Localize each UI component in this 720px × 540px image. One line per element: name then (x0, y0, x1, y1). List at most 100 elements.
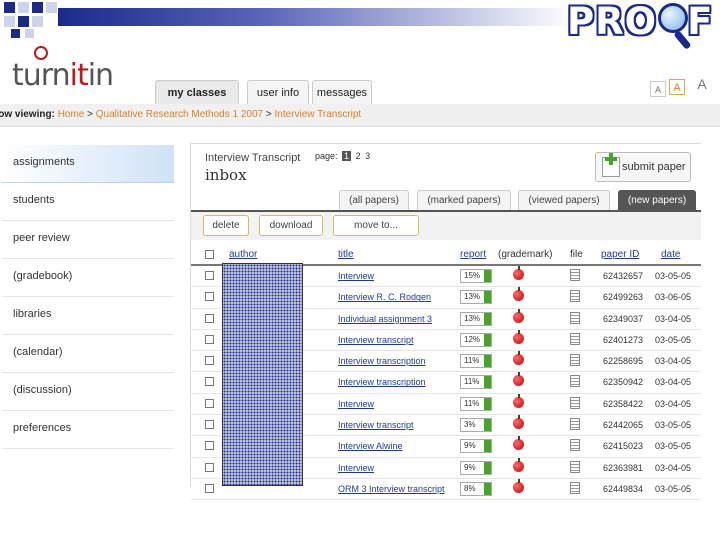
font-size-small-button[interactable]: A (650, 81, 666, 97)
paper-title-link[interactable]: Interview transcript (338, 420, 414, 430)
tab-new-papers[interactable]: (new papers) (618, 190, 696, 210)
file-document-icon[interactable] (570, 439, 580, 452)
sort-title[interactable]: title (338, 249, 354, 260)
sidebar-item-libraries[interactable]: libraries (2, 297, 174, 335)
grademark-apple-icon[interactable] (513, 287, 524, 302)
paper-title-link[interactable]: Interview R. C. Rodgen (338, 292, 431, 302)
row-checkbox[interactable] (205, 462, 214, 472)
grademark-apple-icon[interactable] (513, 372, 524, 387)
row-checkbox[interactable] (205, 313, 214, 323)
file-document-icon[interactable] (570, 311, 580, 324)
delete-button[interactable]: delete (203, 215, 249, 236)
paper-date: 03-05-05 (655, 441, 692, 452)
select-all-checkbox[interactable] (205, 250, 214, 259)
originality-report[interactable]: 13% (460, 290, 492, 305)
tab-my-classes[interactable]: my classes (155, 80, 239, 104)
tab-marked-papers[interactable]: (marked papers) (417, 190, 511, 210)
file-document-icon[interactable] (570, 354, 580, 367)
paper-title-link[interactable]: Interview transcription (338, 356, 426, 366)
originality-report[interactable]: 12% (460, 332, 492, 347)
paper-title-link[interactable]: Interview Alwine (338, 441, 403, 451)
grademark-apple-icon[interactable] (513, 308, 524, 323)
move-to-button[interactable]: move to... (333, 215, 419, 236)
download-button[interactable]: download (259, 215, 323, 236)
paper-title-link[interactable]: Interview (338, 271, 374, 281)
row-checkbox[interactable] (205, 377, 214, 387)
paper-title-link[interactable]: Interview (338, 399, 374, 409)
tab-messages[interactable]: messages (312, 80, 372, 104)
page-1-link[interactable]: 1 (342, 151, 352, 161)
tab-user-info[interactable]: user info (247, 80, 309, 104)
grademark-apple-icon[interactable] (513, 351, 524, 366)
paper-title-link[interactable]: Interview transcript (338, 335, 414, 345)
tab-viewed-papers[interactable]: (viewed papers) (518, 190, 610, 210)
paper-date: 03-05-05 (655, 483, 692, 494)
row-checkbox[interactable] (205, 441, 214, 451)
grademark-header: (grademark) (498, 249, 553, 260)
row-checkbox[interactable] (205, 292, 214, 302)
grademark-apple-icon[interactable] (513, 393, 524, 408)
file-document-icon[interactable] (570, 460, 580, 473)
paper-title-link[interactable]: ORM 3 Interview transcript (338, 484, 445, 494)
originality-report[interactable]: 15% (460, 269, 492, 283)
originality-report[interactable]: 9% (460, 460, 492, 475)
file-document-icon[interactable] (570, 332, 580, 345)
sidebar-item-discussion[interactable]: (discussion) (2, 373, 174, 411)
originality-report[interactable]: 3% (460, 418, 492, 433)
originality-report[interactable]: 11% (460, 396, 492, 411)
sidebar-item-preferences[interactable]: preferences (2, 411, 174, 449)
originality-report[interactable]: 8% (460, 481, 492, 496)
row-checkbox[interactable] (205, 398, 214, 408)
paper-id: 62449834 (603, 483, 644, 494)
sort-paper-id[interactable]: paper ID (601, 249, 639, 260)
page-3-link[interactable]: 3 (365, 151, 370, 161)
sort-report[interactable]: report (460, 249, 486, 260)
grademark-apple-icon[interactable] (513, 457, 524, 472)
font-size-large-button[interactable]: A (694, 76, 710, 92)
file-document-icon[interactable] (570, 269, 580, 281)
grademark-apple-icon[interactable] (513, 436, 524, 451)
font-size-medium-button[interactable]: A (669, 79, 685, 95)
row-checkbox[interactable] (205, 271, 214, 280)
grademark-apple-icon[interactable] (513, 266, 524, 280)
paper-id: 62415023 (603, 441, 644, 452)
originality-report[interactable]: 13% (460, 311, 492, 326)
grademark-apple-icon[interactable] (513, 329, 524, 344)
grademark-apple-icon[interactable] (513, 415, 524, 430)
paper-title-link[interactable]: Individual assignment 3 (338, 314, 432, 324)
similarity-percent: 11% (464, 377, 480, 387)
file-document-icon[interactable] (570, 481, 580, 494)
paper-date: 03-04-05 (655, 313, 692, 324)
paper-date: 03-04-05 (655, 462, 692, 473)
originality-report[interactable]: 11% (460, 375, 492, 390)
file-document-icon[interactable] (570, 418, 580, 431)
originality-report[interactable]: 9% (460, 439, 492, 454)
sidebar-item-assignments[interactable]: assignments (2, 145, 174, 183)
submit-paper-button[interactable]: submit paper (595, 152, 691, 182)
originality-report[interactable]: 11% (460, 354, 492, 369)
sidebar-item-peer-review[interactable]: peer review (2, 221, 174, 259)
row-checkbox[interactable] (205, 483, 214, 493)
sidebar-item-students[interactable]: students (2, 183, 174, 221)
grademark-apple-icon[interactable] (513, 478, 524, 493)
sort-author[interactable]: author (229, 249, 257, 260)
row-checkbox[interactable] (205, 356, 214, 366)
sidebar-item-gradebook[interactable]: (gradebook) (2, 259, 174, 297)
breadcrumb-assignment[interactable]: Interview Transcript (275, 109, 362, 120)
breadcrumb-home[interactable]: Home (58, 109, 85, 120)
now-viewing-label: Now viewing: (0, 109, 55, 120)
sort-date[interactable]: date (661, 249, 680, 260)
file-document-icon[interactable] (570, 290, 580, 303)
row-checkbox[interactable] (205, 334, 214, 344)
breadcrumb-class[interactable]: Qualitative Research Methods 1 2007 (96, 109, 263, 120)
page-2-link[interactable]: 2 (356, 151, 361, 161)
paper-title-link[interactable]: Interview (338, 463, 374, 473)
file-document-icon[interactable] (570, 375, 580, 388)
paper-title-link[interactable]: Interview transcription (338, 377, 426, 387)
tab-all-papers[interactable]: (all papers) (339, 190, 409, 210)
sidebar-item-calendar[interactable]: (calendar) (2, 335, 174, 373)
paper-id: 62442065 (603, 420, 644, 431)
file-document-icon[interactable] (570, 396, 580, 409)
paper-filter-tabs: (all papers) (marked papers) (viewed pap… (191, 188, 701, 213)
row-checkbox[interactable] (205, 420, 214, 430)
